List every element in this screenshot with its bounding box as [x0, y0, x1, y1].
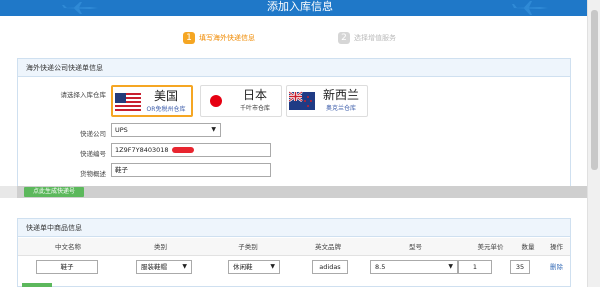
step-value-added-services: 2 选择增值服务 [338, 32, 396, 44]
dropdown-arrow-icon: ▼ [182, 263, 187, 270]
table-row: 鞋子 服装鞋帽 ▼ 休闲鞋 ▼ adidas 8.5 ▼ 1 35 删除 [18, 256, 570, 278]
warehouse-country: 美国 [153, 89, 178, 103]
courier-label: 快递公司 [80, 130, 106, 138]
column-header: 子类别 [238, 243, 258, 251]
step-fill-express-info: 1 填写海外快递信息 [183, 32, 255, 44]
tracking-label: 快递编号 [80, 150, 106, 158]
warehouse-option-nz[interactable]: 新西兰 奥克兰仓库 [286, 85, 368, 117]
step-label: 选择增值服务 [354, 34, 396, 42]
unit-price-input[interactable]: 1 [458, 260, 492, 274]
warehouse-country: 新西兰 [322, 88, 359, 102]
warehouse-option-jp[interactable]: 日本 千叶市仓库 [200, 85, 282, 117]
step-number: 2 [338, 32, 350, 44]
page-header-banner: 添加入库信息 [0, 0, 600, 16]
panel-title: 海外快递公司快递单信息 [18, 59, 570, 77]
table-header: 中文名称 类别 子类别 英文品牌 型号 美元单价 数量 操作 [18, 238, 570, 256]
courier-value: UPS [115, 126, 128, 134]
category-select[interactable]: 服装鞋帽 ▼ [136, 260, 192, 274]
courier-select[interactable]: UPS ▼ [111, 123, 221, 137]
warehouse-location: OR免税州仓库 [146, 106, 186, 113]
subcategory-select[interactable]: 休闲鞋 ▼ [228, 260, 280, 274]
quantity-input[interactable]: 35 [510, 260, 530, 274]
column-header: 英文品牌 [315, 243, 341, 251]
new-zealand-flag-icon [289, 90, 315, 110]
generate-tracking-button[interactable]: 点此生成快递号 [24, 187, 84, 197]
brand-input[interactable]: adidas [312, 260, 348, 274]
column-header: 美元单价 [477, 243, 504, 251]
dropdown-arrow-icon: ▼ [448, 263, 453, 270]
model-select[interactable]: 8.5 ▼ [370, 260, 458, 274]
step-label: 填写海外快递信息 [199, 34, 255, 42]
warehouse-label: 请选择入库仓库 [60, 91, 107, 99]
cn-name-input[interactable]: 鞋子 [36, 260, 98, 274]
bottom-action-button-edge[interactable] [22, 283, 52, 287]
goods-description-label: 货物概述 [80, 170, 106, 178]
warehouse-country: 日本 [242, 88, 267, 102]
goods-description-value: 鞋子 [115, 166, 128, 174]
delete-link[interactable]: 删除 [550, 260, 563, 274]
subcategory-value: 休闲鞋 [233, 263, 253, 271]
column-header: 操作 [550, 243, 563, 251]
vertical-scrollbar[interactable] [587, 0, 600, 287]
items-panel: 快递单中商品信息 中文名称 类别 子类别 英文品牌 型号 美元单价 数量 操作 … [17, 218, 571, 287]
column-header: 类别 [154, 243, 167, 251]
category-value: 服装鞋帽 [141, 263, 167, 271]
warehouse-option-us[interactable]: 美国 OR免税州仓库 [111, 85, 193, 117]
warehouse-location: 奥克兰仓库 [325, 105, 356, 112]
column-header: 中文名称 [55, 243, 81, 251]
goods-description-input[interactable]: 鞋子 [111, 163, 271, 177]
tracking-number-value: 1Z9F7Y8403018 [115, 146, 169, 154]
warehouse-location: 千叶市仓库 [239, 105, 270, 112]
airplane-icon [512, 1, 548, 15]
redaction-mark [171, 147, 194, 153]
dropdown-arrow-icon: ▼ [211, 126, 216, 133]
horizontal-scrollbar[interactable] [17, 186, 587, 198]
tracking-number-input[interactable]: 1Z9F7Y8403018 [111, 143, 271, 157]
panel-title: 快递单中商品信息 [18, 219, 570, 237]
japan-flag-icon [203, 92, 229, 110]
items-table: 中文名称 类别 子类别 英文品牌 型号 美元单价 数量 操作 鞋子 服装鞋帽 ▼… [18, 238, 570, 278]
column-header: 型号 [409, 243, 422, 251]
column-header: 数量 [521, 243, 535, 251]
dropdown-arrow-icon: ▼ [270, 263, 275, 270]
express-info-panel: 海外快递公司快递单信息 请选择入库仓库 美国 OR免税州仓库 日本 千叶市仓库 [17, 58, 571, 197]
step-number: 1 [183, 32, 195, 44]
progress-steps: 1 填写海外快递信息 2 选择增值服务 [0, 30, 600, 48]
model-value: 8.5 [375, 263, 386, 271]
scrollbar-thumb[interactable] [591, 10, 598, 170]
us-flag-icon [115, 93, 141, 111]
